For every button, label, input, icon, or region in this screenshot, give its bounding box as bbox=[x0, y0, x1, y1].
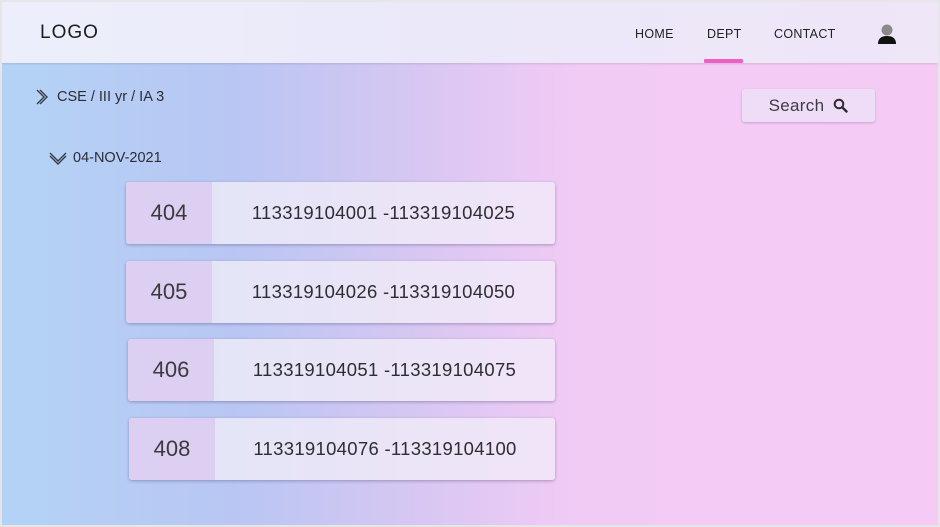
breadcrumb-text: CSE / III yr / IA 3 bbox=[57, 89, 165, 105]
room-card-408[interactable]: 408 113319104076 -113319104100 bbox=[129, 418, 555, 480]
chevron-down-icon bbox=[49, 152, 67, 165]
room-card-406[interactable]: 406 113319104051 -113319104075 bbox=[128, 339, 555, 401]
logo[interactable]: LOGO bbox=[40, 22, 99, 44]
nav-dept[interactable]: DEPT bbox=[707, 27, 742, 41]
room-card-404[interactable]: 404 113319104001 -113319104025 bbox=[126, 182, 555, 244]
search-label: Search bbox=[768, 95, 825, 115]
room-number: 406 bbox=[128, 339, 214, 401]
search-icon bbox=[834, 98, 849, 113]
register-range: 113319104076 -113319104100 bbox=[253, 438, 517, 459]
room-card-405[interactable]: 405 113319104026 -113319104050 bbox=[126, 261, 555, 323]
nav-home[interactable]: HOME bbox=[635, 27, 674, 41]
user-icon[interactable] bbox=[876, 23, 898, 45]
date-label: 04-NOV-2021 bbox=[73, 150, 162, 166]
room-number: 404 bbox=[126, 182, 212, 244]
date-group-toggle[interactable]: 04-NOV-2021 bbox=[49, 150, 162, 166]
room-number: 408 bbox=[129, 418, 215, 480]
chevron-right-icon[interactable] bbox=[35, 89, 49, 105]
top-navbar: LOGO HOME DEPT CONTACT bbox=[2, 2, 938, 63]
search-button[interactable]: Search bbox=[742, 89, 875, 122]
page-frame: LOGO HOME DEPT CONTACT CSE / III yr / IA… bbox=[2, 2, 938, 525]
register-range: 113319104001 -113319104025 bbox=[251, 202, 516, 223]
room-number: 405 bbox=[126, 261, 212, 323]
register-range: 113319104026 -113319104050 bbox=[251, 281, 516, 302]
nav-contact[interactable]: CONTACT bbox=[774, 27, 836, 41]
register-range: 113319104051 -113319104075 bbox=[252, 359, 517, 380]
breadcrumb: CSE / III yr / IA 3 bbox=[35, 89, 164, 105]
nav-active-indicator bbox=[704, 59, 743, 63]
